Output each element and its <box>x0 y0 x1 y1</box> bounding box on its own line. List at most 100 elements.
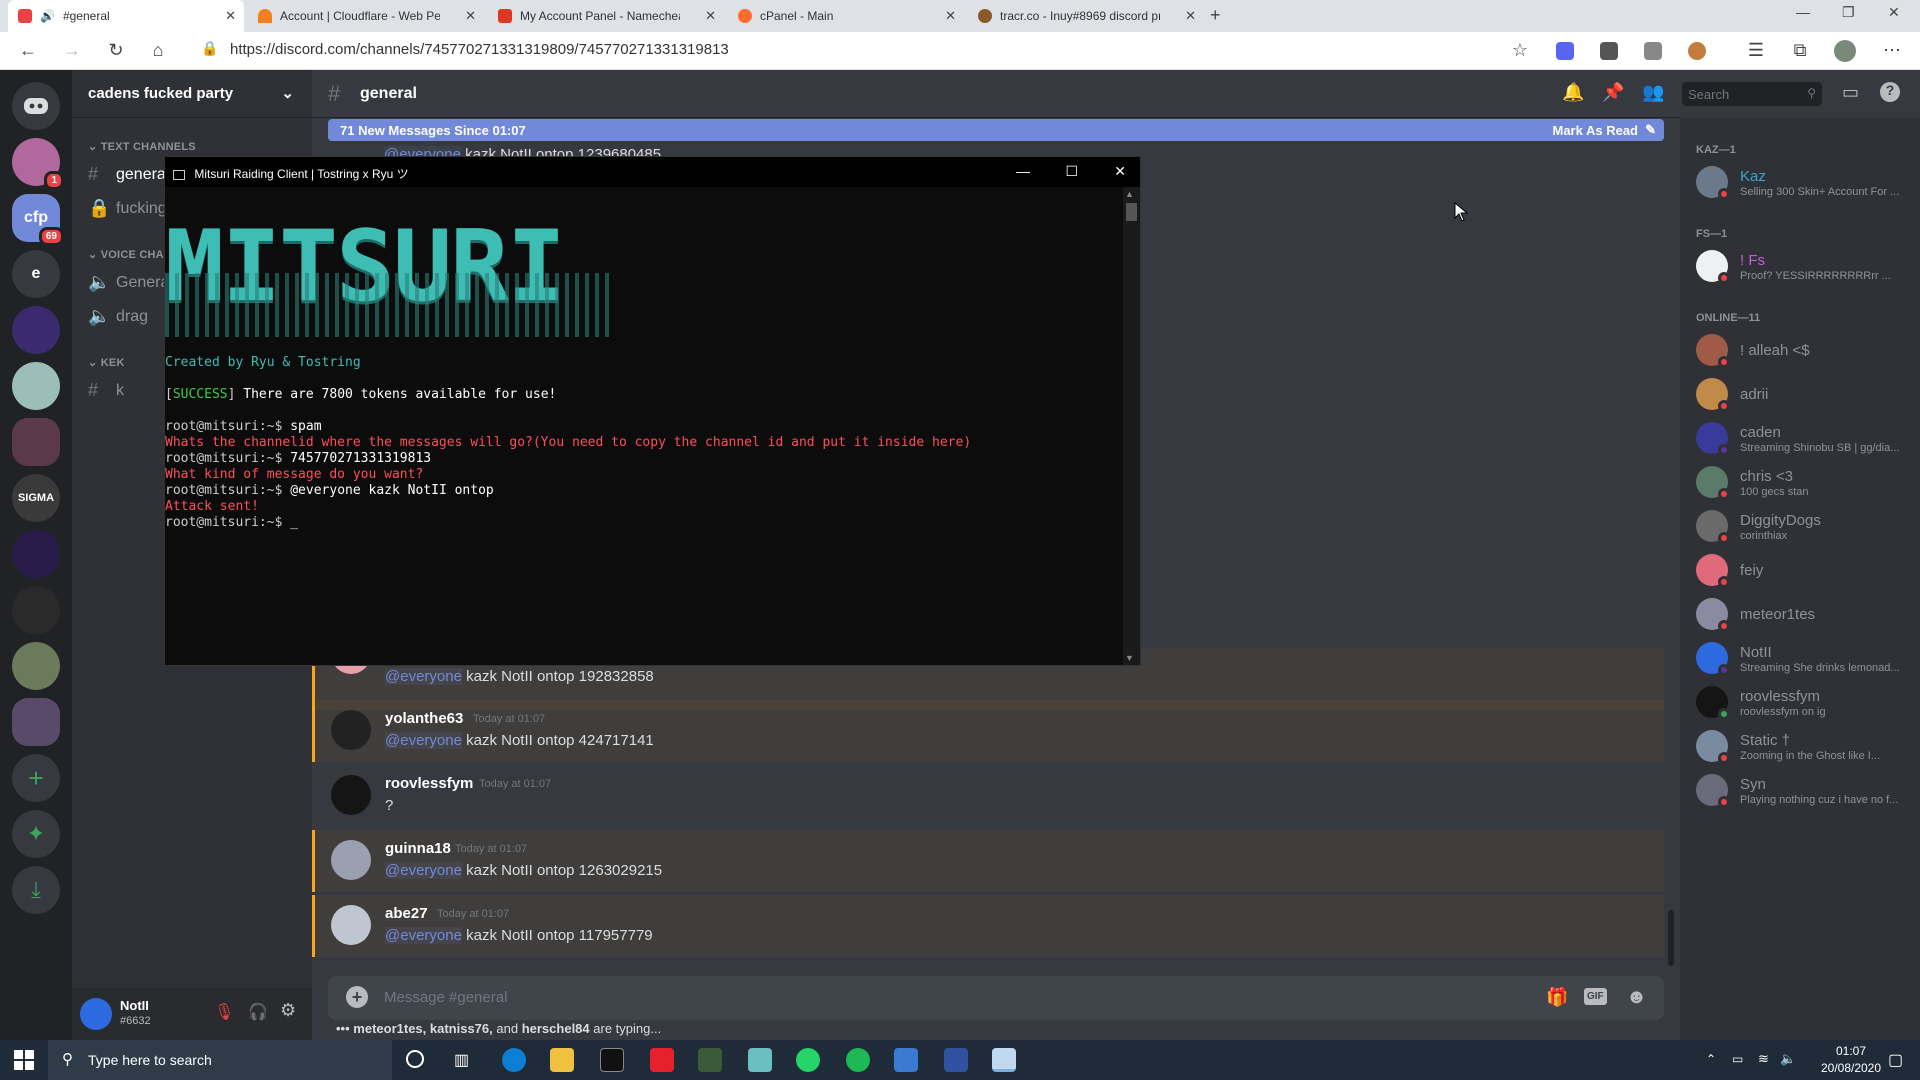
channel-fucking[interactable]: 🔒 fucking <box>88 198 167 219</box>
tab-cloudflare[interactable]: Account | Cloudflare - Web Perfo ✕ <box>248 0 484 32</box>
close-tab-icon[interactable]: ✕ <box>465 8 476 24</box>
headphones-icon[interactable]: 🎧 <box>248 1002 268 1022</box>
scroll-down-icon[interactable]: ▼ <box>1125 653 1134 663</box>
notification-center-icon[interactable]: ▢ <box>1888 1050 1903 1070</box>
mention[interactable]: @everyone <box>385 927 462 944</box>
avatar[interactable] <box>331 710 371 750</box>
profile-avatar[interactable] <box>1834 40 1856 62</box>
gift-icon[interactable]: 🎁 <box>1546 987 1568 1008</box>
tab-cpanel[interactable]: cPanel - Main ✕ <box>728 0 964 32</box>
mention[interactable]: @everyone <box>385 862 462 879</box>
member-fs[interactable]: ! Fs Proof? YESSIRRRRRRRRrr ... <box>1696 246 1916 286</box>
member-caden[interactable]: caden Streaming Shinobu SB | gg/dia... <box>1696 418 1916 458</box>
mark-as-read-button[interactable]: Mark As Read <box>1553 123 1639 138</box>
app-taskbar-icon[interactable] <box>748 1048 772 1072</box>
server-icon-cfp[interactable]: cfp 69 <box>12 194 64 246</box>
speaker-icon[interactable]: 🔊 <box>40 9 55 23</box>
explore-servers-icon[interactable]: ✦ <box>12 810 60 858</box>
bell-icon[interactable]: 🔔 <box>1562 82 1584 103</box>
close-tab-icon[interactable]: ✕ <box>1185 8 1196 24</box>
windows-start-icon[interactable] <box>14 1050 34 1075</box>
spotify-icon[interactable] <box>846 1048 870 1072</box>
member-list-icon[interactable]: 👥 <box>1642 82 1664 103</box>
member-feiy[interactable]: feiy <box>1696 550 1916 590</box>
member-syn[interactable]: Syn Playing nothing cuz i have no f... <box>1696 770 1916 810</box>
server-icon-sigma[interactable]: SIGMA <box>12 474 60 522</box>
taskbar-search-box[interactable]: ⚲ Type here to search <box>48 1040 392 1080</box>
wifi-icon[interactable]: ≋ <box>1758 1051 1769 1067</box>
gif-icon[interactable]: GIF <box>1584 988 1607 1005</box>
discord-home-icon[interactable] <box>12 82 60 130</box>
message-input[interactable]: Message #general <box>384 989 507 1006</box>
close-window-icon[interactable]: ✕ <box>1114 163 1126 180</box>
favorites-list-icon[interactable]: ☰ <box>1744 40 1768 61</box>
tab-general[interactable]: 🔊 #general ✕ <box>8 0 244 32</box>
server-folder-icon[interactable] <box>12 418 60 466</box>
close-tab-icon[interactable]: ✕ <box>945 8 956 24</box>
app-taskbar-icon[interactable] <box>894 1048 918 1072</box>
chevron-down-icon[interactable]: ⌄ <box>281 84 294 102</box>
upload-plus-icon[interactable]: + <box>346 986 368 1008</box>
server-icon[interactable] <box>12 306 60 354</box>
terminal-output[interactable]: MITSURI Created by Ryu & Tostring [SUCCE… <box>165 187 1125 665</box>
server-icon[interactable] <box>12 530 60 578</box>
category-kek[interactable]: ⌄ KEK <box>88 356 125 369</box>
refresh-icon[interactable]: ↻ <box>104 40 128 61</box>
member-adrii[interactable]: adrii <box>1696 374 1916 414</box>
app-taskbar-icon[interactable] <box>698 1048 722 1072</box>
server-icon-e[interactable]: e <box>12 250 60 298</box>
author-name[interactable]: abe27 <box>385 905 428 922</box>
scroll-up-icon[interactable]: ▲ <box>1125 189 1134 199</box>
server-icon[interactable] <box>12 642 60 690</box>
terminal-scrollbar[interactable]: ▲ ▼ <box>1123 187 1140 665</box>
favorite-star-icon[interactable]: ☆ <box>1508 40 1532 61</box>
server-folder-icon[interactable] <box>12 698 60 746</box>
forward-arrow-icon[interactable]: → <box>60 40 84 61</box>
close-window-icon[interactable]: ✕ <box>1888 4 1900 21</box>
member-meteor1tes[interactable]: meteor1tes <box>1696 594 1916 634</box>
voice-channel-general[interactable]: 🔈 General <box>88 272 173 293</box>
tab-tracr[interactable]: tracr.co - Inuy#8969 discord pro ✕ <box>968 0 1204 32</box>
emoji-icon[interactable]: ☻ <box>1626 986 1647 1009</box>
terminal-taskbar-icon[interactable] <box>600 1048 624 1072</box>
member-diggitydogs[interactable]: DiggityDogs corinthiax <box>1696 506 1916 546</box>
add-server-icon[interactable]: + <box>12 754 60 802</box>
gear-icon[interactable]: ⚙ <box>280 1000 296 1021</box>
back-arrow-icon[interactable]: ← <box>16 40 40 61</box>
mention[interactable]: @everyone <box>385 668 462 685</box>
author-name[interactable]: guinna18 <box>385 840 451 857</box>
more-menu-icon[interactable]: ⋯ <box>1880 40 1904 61</box>
category-text-channels[interactable]: ⌄ TEXT CHANNELS <box>88 140 196 153</box>
tab-namecheap[interactable]: My Account Panel - Namecheap ✕ <box>488 0 724 32</box>
server-icon[interactable] <box>12 362 60 410</box>
speaker-icon[interactable]: 🔈 <box>1780 1051 1796 1067</box>
whatsapp-icon[interactable] <box>796 1048 820 1072</box>
server-icon[interactable]: 1 <box>12 138 64 190</box>
app-taskbar-icon-active[interactable] <box>992 1048 1016 1072</box>
avatar[interactable] <box>331 840 371 880</box>
server-icon[interactable] <box>12 586 60 634</box>
mention[interactable]: @everyone <box>385 732 462 749</box>
address-field[interactable]: https://discord.com/channels/74577027133… <box>230 41 729 58</box>
extension-discord-icon[interactable] <box>1556 42 1574 60</box>
task-view-icon[interactable]: ▥ <box>454 1050 469 1070</box>
author-name[interactable]: roovlessfym <box>385 775 473 792</box>
member-roovlessfym[interactable]: roovlessfym roovlessfym on ig <box>1696 682 1916 722</box>
clock-time[interactable]: 01:07 <box>1816 1044 1886 1058</box>
chevron-up-icon[interactable]: ⌃ <box>1706 1052 1716 1066</box>
home-icon[interactable]: ⌂ <box>146 40 170 61</box>
mute-microphone-icon[interactable]: 🎙 <box>214 1002 234 1022</box>
member-notii[interactable]: NotII Streaming She drinks lemonad... <box>1696 638 1916 678</box>
edge-taskbar-icon[interactable] <box>502 1048 526 1072</box>
channel-k[interactable]: # k <box>88 380 124 401</box>
author-name[interactable]: yolanthe63 <box>385 710 463 727</box>
extension-shield-icon[interactable] <box>1600 42 1618 60</box>
voice-channel-drag[interactable]: 🔈 drag <box>88 306 148 327</box>
battery-icon[interactable]: ▭ <box>1732 1052 1743 1066</box>
avatar[interactable] <box>331 905 371 945</box>
search-input[interactable]: Search ⚲ <box>1682 82 1822 106</box>
minimize-window-icon[interactable]: — <box>1016 163 1030 179</box>
help-icon[interactable]: ? <box>1880 82 1900 102</box>
minimize-window-icon[interactable]: — <box>1796 4 1810 20</box>
server-header[interactable]: cadens fucked party ⌄ <box>72 70 312 118</box>
